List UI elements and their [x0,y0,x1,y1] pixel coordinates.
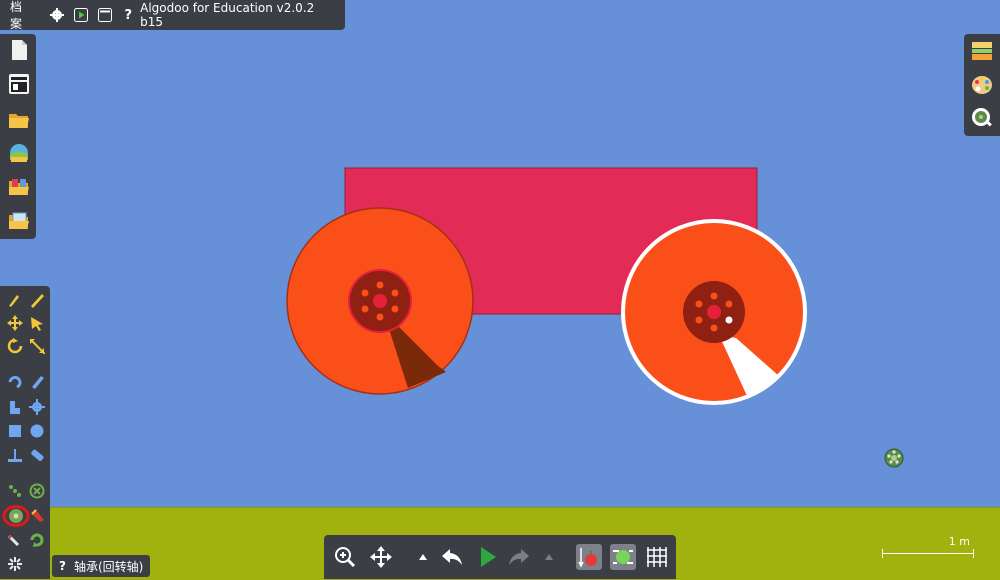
spring-tool-icon[interactable] [29,447,45,463]
redo-menu-icon[interactable] [542,544,556,570]
open-folder-icon[interactable] [8,109,30,131]
bottom-toolbar [324,535,676,579]
layers-icon[interactable] [971,40,993,62]
tooltip-text: 轴承(回转轴) [73,559,144,574]
scene-list-icon[interactable] [8,73,30,95]
top-menu-bar: 档案 ? Algodoo for Education v2.0.2 b15 [0,0,345,32]
circle-tool-icon[interactable] [29,423,45,439]
gear-tool-icon[interactable] [29,399,45,415]
grid-icon[interactable] [644,544,670,570]
play-scene-icon[interactable] [72,6,90,24]
left-wheel[interactable] [286,207,474,395]
move-tool-icon[interactable] [7,315,23,331]
tooltip-help-icon: ? [59,559,66,573]
axle-tooltip: ? 轴承(回转轴) [52,555,151,577]
tracer-tool-icon[interactable] [30,508,46,524]
axle-cursor-icon [884,448,904,468]
hinge-tool-icon[interactable] [29,483,45,499]
drag-tool-icon[interactable] [29,315,45,331]
save-folder-icon[interactable] [8,210,30,232]
window-icon[interactable] [96,6,114,24]
scene-objects[interactable] [0,0,1000,579]
gravity-icon[interactable] [576,544,602,570]
pan-icon[interactable] [368,544,394,570]
plane-tool-icon[interactable] [7,447,23,463]
rope-tool-icon[interactable] [7,374,23,390]
air-icon[interactable] [610,544,636,570]
load-scene-icon[interactable] [8,142,30,164]
chain-tool-icon[interactable] [7,399,23,415]
palette-icon[interactable] [971,74,993,96]
canvas[interactable] [0,0,1000,580]
knife-tool-icon[interactable] [29,292,45,308]
file-menu[interactable]: 档案 [10,0,34,32]
axle-tool-icon[interactable] [2,504,30,528]
app-title: Algodoo for Education v2.0.2 b15 [140,1,315,29]
redo-icon[interactable] [506,544,532,570]
scale-indicator: 1 m [880,535,976,561]
thruster-tool-icon[interactable] [29,532,45,548]
help-icon[interactable]: ? [119,6,137,24]
laser-tool-icon[interactable] [7,532,23,548]
gear-icon[interactable] [49,6,67,24]
rotate-tool-icon[interactable] [7,338,23,354]
undo-menu-icon[interactable] [416,544,430,570]
right-wheel[interactable] [621,219,807,405]
scale-label: 1 m [948,535,970,548]
play-icon[interactable] [474,544,500,570]
undo-icon[interactable] [439,544,465,570]
right-toolbar [964,34,1000,136]
scale-line [882,553,974,554]
brush-tool-icon[interactable] [29,374,45,390]
scale-tool-icon[interactable] [29,338,45,354]
zoom-icon[interactable] [332,544,358,570]
scale-tick-right [973,549,974,558]
file-toolbar [0,34,36,239]
new-scene-icon[interactable] [8,39,30,61]
phunlets-icon[interactable] [8,176,30,198]
box-tool-icon[interactable] [7,423,23,439]
magnify-icon[interactable] [971,107,993,129]
spiral-tool-icon[interactable] [7,556,23,572]
tool-palette [0,286,50,579]
scale-tick-left [882,549,883,558]
sketch-tool-icon[interactable] [7,292,23,308]
fixate-tool-icon[interactable] [7,483,23,499]
